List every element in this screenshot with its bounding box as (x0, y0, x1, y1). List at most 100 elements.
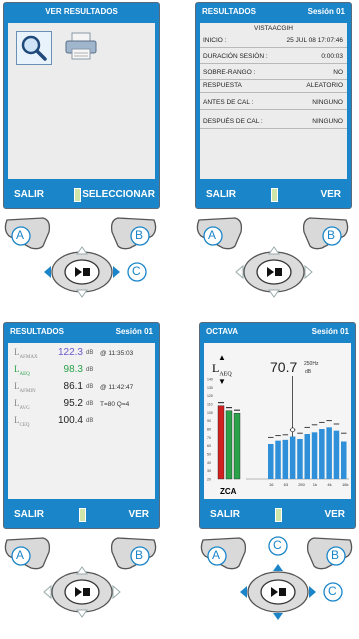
softkey-ver[interactable]: VER (320, 189, 341, 200)
level-row-laeq: LAEQ 98.3 dB (8, 362, 155, 378)
softkey-bar: SALIR VER (196, 181, 351, 208)
list-item: DURACIÓN SESIÓN :0:00:03 (200, 51, 347, 64)
device-controls: A B (195, 214, 350, 314)
octave-bar (319, 429, 325, 479)
octave-chart: 140 130 120 110 100 90 80 70 60 50 40 30 20 16 63 250 1k… (207, 376, 349, 487)
screen-header: RESULTADOS Sesión 01 (4, 323, 159, 341)
y-tick-label: 50 (207, 453, 211, 457)
button-a-label[interactable]: A (16, 228, 24, 242)
button-b-label[interactable]: B (135, 228, 143, 242)
softkey-divider (79, 508, 86, 522)
y-tick-label: 40 (207, 461, 211, 465)
level-label: LAFMAX (14, 347, 38, 360)
y-tick-label: 70 (207, 436, 211, 440)
softkey-ver[interactable]: VER (324, 509, 345, 520)
y-tick-label: 130 (207, 386, 213, 390)
softkey-divider (271, 188, 278, 202)
level-row-lceq: LCEQ 100.4 dB (8, 413, 155, 429)
x-tick-label: 1k (313, 482, 317, 487)
level-value: 95.2 (63, 398, 83, 409)
overall-bar (217, 405, 225, 480)
session-label: Sesión 01 (307, 7, 345, 16)
softkey-seleccionar[interactable]: SELECCIONAR (82, 189, 155, 200)
device-controls: A B C C (199, 534, 354, 634)
button-a-label[interactable]: A (208, 228, 216, 242)
x-tick-label: 4k (327, 482, 331, 487)
button-a-label[interactable]: A (16, 548, 24, 562)
octave-bar (326, 427, 332, 479)
y-tick-label: 100 (207, 411, 213, 415)
octave-bar (333, 430, 340, 479)
y-tick-label: 90 (207, 419, 211, 423)
level-value: 100.4 (57, 415, 83, 426)
x-tick-label: 250 (298, 482, 305, 487)
screen-title: VER RESULTADOS (45, 7, 118, 16)
button-b-label[interactable]: B (135, 548, 143, 562)
octave-bar (297, 439, 303, 479)
softkey-ver[interactable]: VER (128, 509, 149, 520)
y-tick-label: 140 (207, 378, 213, 382)
cursor-marker (290, 427, 295, 433)
softkey-salir[interactable]: SALIR (14, 189, 44, 200)
softkey-divider (275, 508, 282, 522)
device-screen: OCTAVA Sesión 01 LAEQ ▲ ▼ 70.7 250Hz dB … (199, 322, 356, 529)
level-unit: dB (86, 401, 94, 407)
level-value: 122.3 (57, 347, 83, 358)
device-screen: RESULTADOS Sesión 01 VISTAACGIH INICIO :… (195, 2, 352, 209)
octave-bar (341, 441, 347, 479)
session-label: Sesión 01 (115, 327, 153, 336)
list-item: SOBRE-RANGO : NO (200, 67, 347, 80)
level-unit: dB (86, 367, 94, 373)
list-item: RESPUESTA ALEATORIO (200, 80, 347, 93)
softkey-salir[interactable]: SALIR (210, 509, 240, 520)
octave-bar (311, 432, 318, 479)
button-b-label[interactable]: B (327, 228, 335, 242)
level-row-lavg: LAVG 95.2 dB T=80 Q=4 (8, 396, 155, 412)
x-tick-label: 16k (342, 482, 348, 487)
y-tick-label: 110 (207, 403, 213, 407)
level-unit: dB (86, 384, 94, 390)
softkey-salir[interactable]: SALIR (14, 509, 44, 520)
y-tick-label: 60 (207, 444, 211, 448)
screen-header: OCTAVA Sesión 01 (200, 323, 355, 341)
y-tick-label: 80 (207, 428, 211, 432)
level-label: LAEQ (14, 364, 30, 377)
screen-title: RESULTADOS (202, 7, 256, 16)
softkey-salir[interactable]: SALIR (206, 189, 236, 200)
x-tick-label: 16 (269, 482, 274, 487)
button-c-top-label[interactable]: C (273, 538, 282, 552)
device-screen: RESULTADOS Sesión 01 LAFMAX 122.3 dB @ 1… (3, 322, 160, 529)
level-value: 86.1 (63, 381, 83, 392)
magnifier-icon[interactable] (16, 31, 52, 65)
y-tick-label: 120 (207, 394, 213, 398)
level-row-lafmin: LAFMIN 86.1 dB @ 11:42:47 (8, 379, 155, 395)
device-controls: A B (3, 534, 158, 634)
level-label: LAVG (14, 398, 30, 411)
list-item: DESPUÉS DE CAL : NINGUNO (200, 116, 347, 129)
button-c-right-label[interactable]: C (328, 584, 337, 598)
device-screen: VER RESULTADOS SALIR SELECCIONAR (3, 2, 160, 209)
octave-bar (304, 434, 310, 479)
button-c-label[interactable]: C (132, 264, 141, 278)
level-extra: @ 11:42:47 (100, 384, 134, 391)
screen-body: VISTAACGIH INICIO :25 JUL 08 17:07:46 DU… (200, 23, 347, 179)
button-a-label[interactable]: A (212, 548, 220, 562)
octave-bar (275, 440, 281, 479)
octave-bar (268, 444, 274, 479)
file-name: VISTAACGIH (254, 25, 293, 32)
softkey-divider (74, 188, 81, 202)
screen-body: LAFMAX 122.3 dB @ 11:35:03 LAEQ 98.3 dB … (8, 343, 155, 499)
level-label: LAFMIN (14, 381, 36, 394)
printer-icon[interactable] (64, 31, 98, 61)
session-label: Sesión 01 (311, 327, 349, 336)
level-unit: dB (86, 418, 94, 424)
y-tick-label: 30 (207, 469, 211, 473)
octave-bar (282, 439, 289, 479)
screen-body (8, 23, 155, 179)
overall-bar (225, 410, 233, 480)
level-value: 98.3 (63, 364, 83, 375)
level-extra: @ 11:35:03 (100, 350, 134, 357)
octave-bar (289, 436, 296, 479)
button-b-label[interactable]: B (331, 548, 339, 562)
screen-header: VER RESULTADOS (4, 3, 159, 21)
